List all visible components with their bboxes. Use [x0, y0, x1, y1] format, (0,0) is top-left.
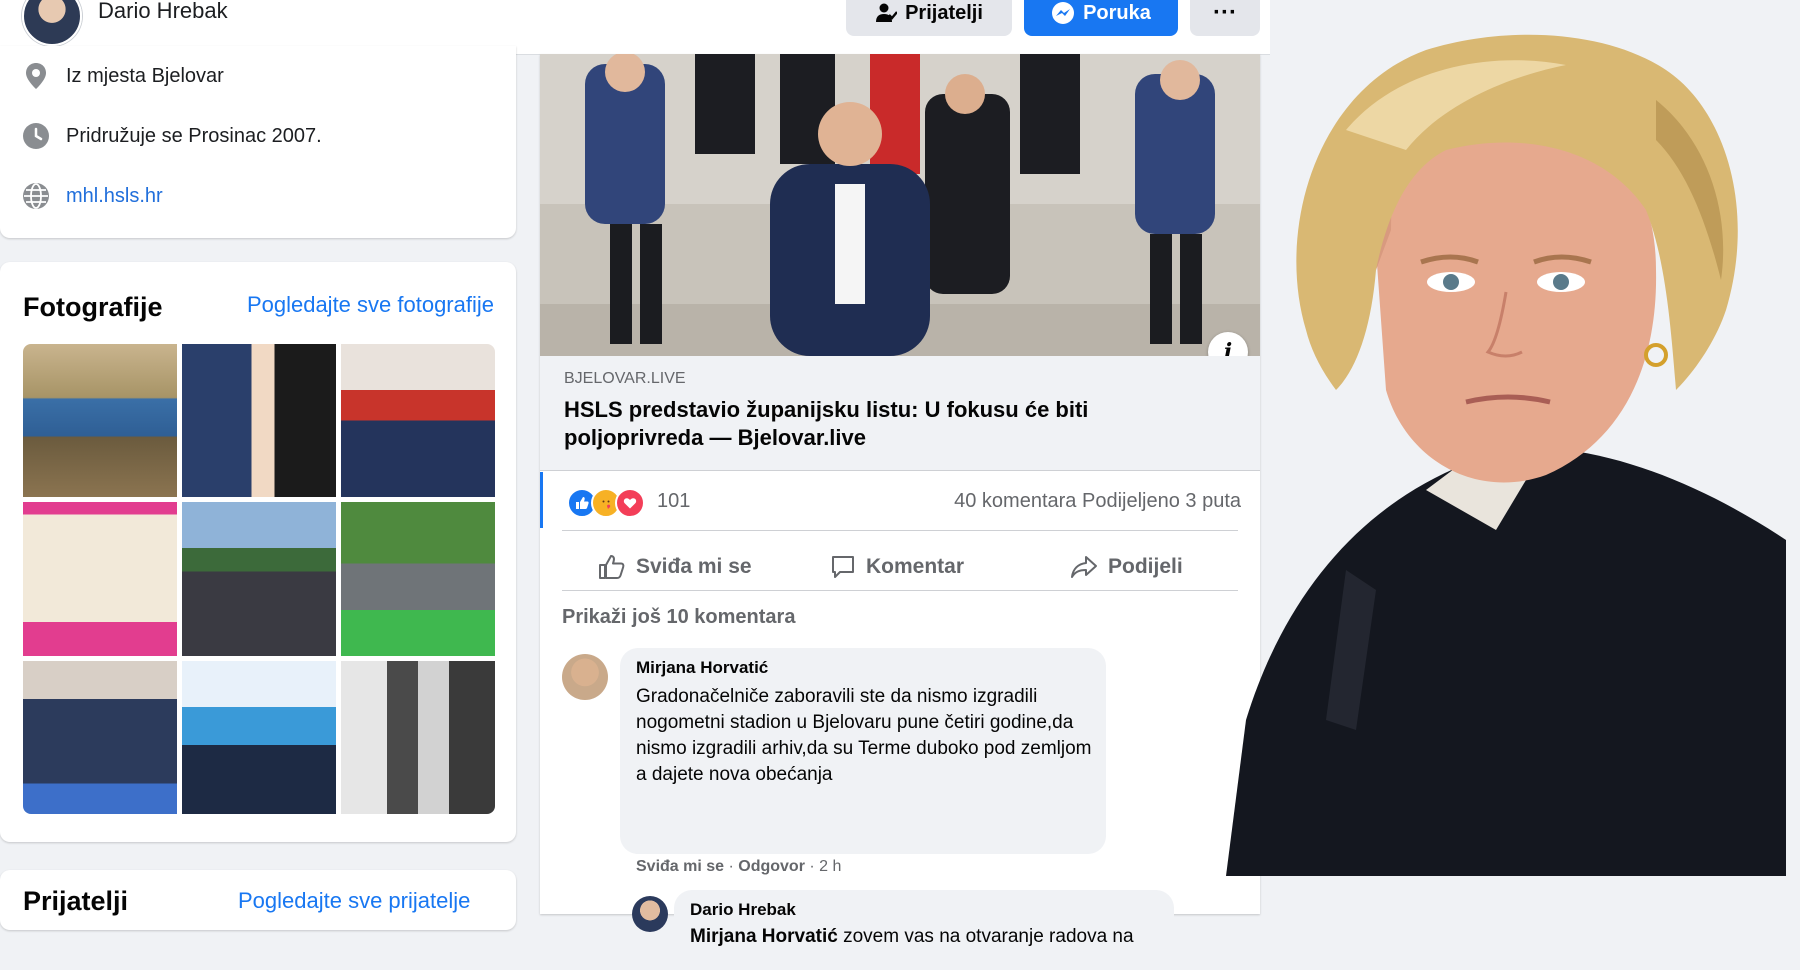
share-button-label: Podijeli	[1108, 555, 1183, 578]
friends-card: Prijatelji Pogledajte sve prijatelje	[0, 870, 516, 930]
reaction-count[interactable]: 101	[657, 490, 690, 513]
see-all-photos-link[interactable]: Pogledajte sve fotografije	[247, 292, 494, 318]
photo-thumbnail[interactable]	[23, 344, 177, 498]
divider	[562, 530, 1238, 531]
photo-thumbnail[interactable]	[341, 660, 495, 814]
like-button[interactable]: Sviđa mi se	[598, 544, 752, 590]
link-preview[interactable]: BJELOVAR.LIVE HSLS predstavio županijsku…	[540, 356, 1260, 471]
divider	[562, 590, 1238, 591]
see-all-friends-link[interactable]: Pogledajte sve prijatelje	[238, 888, 470, 914]
share-icon	[1071, 556, 1097, 578]
message-button-label: Poruka	[1083, 1, 1151, 24]
comment-text: Gradonačelniče zaboravili ste da nismo i…	[636, 686, 1092, 785]
share-button[interactable]: Podijeli	[1070, 544, 1183, 590]
link-title[interactable]: HSLS predstavio županijsku listu: U foku…	[564, 396, 1204, 452]
group-photo	[540, 54, 1260, 356]
photo-thumbnail[interactable]	[341, 344, 495, 498]
like-button-label: Sviđa mi se	[636, 555, 752, 578]
love-reaction-icon	[615, 488, 645, 518]
intro-card: Iz mjesta Bjelovar Pridružuje se Prosina…	[0, 46, 516, 238]
profile-name[interactable]: Dario Hrebak	[98, 0, 228, 24]
view-more-comments[interactable]: Prikaži još 10 komentara	[562, 606, 795, 629]
friends-button[interactable]: Prijatelji	[846, 0, 1012, 36]
link-domain: BJELOVAR.LIVE	[564, 370, 686, 387]
more-options-icon: ···	[1213, 0, 1237, 26]
comments-count[interactable]: 40 komentara	[954, 490, 1076, 512]
friends-title: Prijatelji	[23, 886, 129, 916]
photos-title: Fotografije	[23, 292, 163, 322]
reply-author[interactable]: Dario Hrebak	[690, 900, 796, 920]
profile-avatar[interactable]	[22, 0, 82, 46]
photo-thumbnail[interactable]	[23, 502, 177, 656]
post-link-image[interactable]	[540, 54, 1260, 356]
location-pin-icon	[22, 62, 50, 90]
comment-actions: Sviđa mi se · Odgovor · 2 h	[636, 858, 842, 875]
portrait-overlay	[1226, 34, 1786, 876]
photo-thumbnail[interactable]	[341, 502, 495, 656]
reactions-summary: 101 40 komentara Podijeljeno 3 puta	[540, 472, 1263, 528]
joined-text: Pridružuje se Prosinac 2007.	[66, 124, 322, 147]
comment-avatar[interactable]	[562, 654, 608, 700]
photo-thumbnail[interactable]	[182, 344, 336, 498]
location-text: Iz mjesta Bjelovar	[66, 64, 224, 87]
photo-thumbnail[interactable]	[182, 502, 336, 656]
intro-website: mhl.hsls.hr	[22, 182, 163, 210]
reaction-icons[interactable]	[567, 488, 645, 518]
comment-button[interactable]: Komentar	[830, 544, 964, 590]
comment-icon	[832, 556, 854, 578]
comment-author[interactable]: Mirjana Horvatić	[636, 658, 768, 678]
comment-like-link[interactable]: Sviđa mi se	[636, 858, 724, 875]
comment-reply-link[interactable]: Odgovor	[738, 858, 805, 875]
intro-location: Iz mjesta Bjelovar	[22, 62, 224, 90]
reply-bubble: Dario Hrebak Mirjana Horvatić zovem vas …	[674, 890, 1174, 970]
post-card: i BJELOVAR.LIVE HSLS predstavio županijs…	[540, 54, 1263, 970]
friends-icon	[876, 3, 898, 22]
photo-thumbnail[interactable]	[23, 660, 177, 814]
photos-card: Fotografije Pogledajte sve fotografije	[0, 262, 516, 842]
reply-body: zovem vas na otvaranje radova na	[837, 926, 1134, 947]
post-counts: 40 komentara Podijeljeno 3 puta	[954, 490, 1241, 513]
photo-thumbnail[interactable]	[182, 660, 336, 814]
clock-icon	[22, 122, 50, 150]
intro-joined: Pridružuje se Prosinac 2007.	[22, 122, 322, 150]
thumbs-up-icon	[599, 555, 625, 579]
comment-bubble: Mirjana Horvatić Gradonačelniče zaboravi…	[620, 648, 1106, 854]
friends-button-label: Prijatelji	[905, 1, 983, 24]
reply-avatar[interactable]	[632, 896, 668, 932]
globe-icon	[22, 182, 50, 210]
photos-grid	[23, 344, 495, 814]
website-link[interactable]: mhl.hsls.hr	[66, 185, 163, 208]
messenger-icon	[1052, 2, 1075, 24]
message-button[interactable]: Poruka	[1024, 0, 1178, 36]
comment-button-label: Komentar	[866, 555, 965, 578]
reply-text: Mirjana Horvatić zovem vas na otvaranje …	[690, 924, 1160, 950]
comment-time[interactable]: 2 h	[819, 858, 841, 875]
reply-mention[interactable]: Mirjana Horvatić	[690, 926, 838, 947]
shares-count[interactable]: Podijeljeno 3 puta	[1082, 490, 1241, 512]
